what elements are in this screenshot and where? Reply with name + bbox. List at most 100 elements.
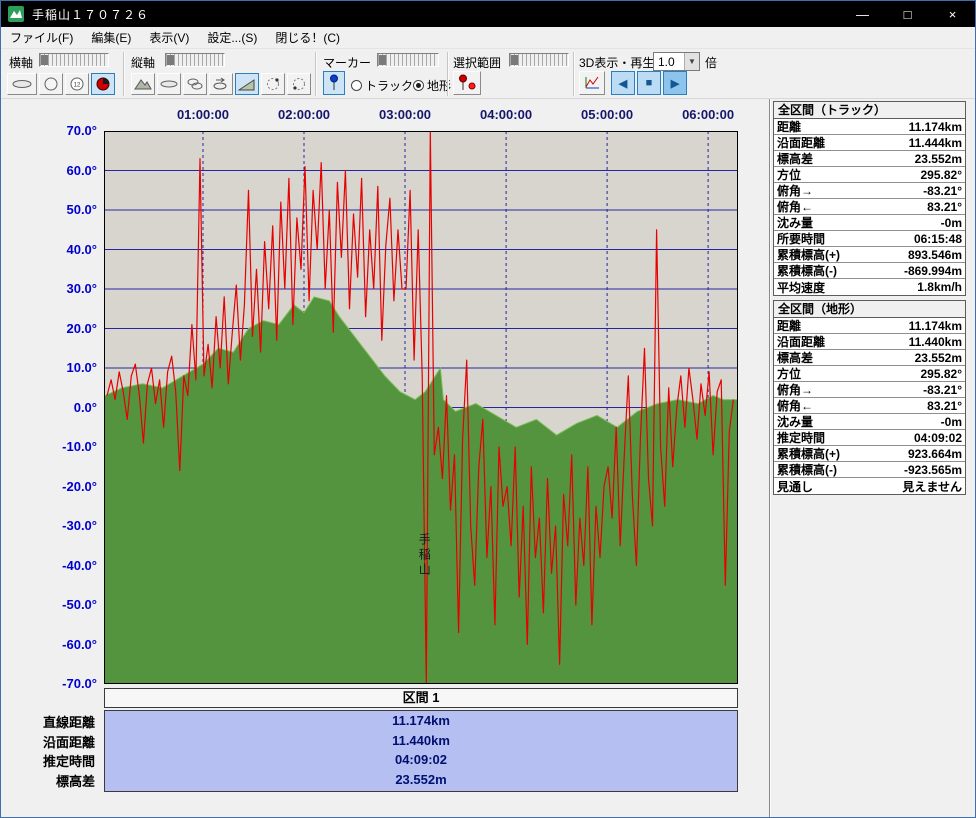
row-label: 沈み量 (777, 214, 813, 231)
section-row-value: 11.440km (105, 733, 737, 748)
summary-terrain-table: 距離11.174km沿面距離11.440km標高差23.552m方位295.82… (773, 318, 966, 495)
row-value: -0m (813, 415, 962, 429)
mountain-icon[interactable] (131, 73, 155, 95)
row-value: 295.82° (801, 168, 962, 182)
x-axis-label: 02:00:00 (259, 107, 349, 122)
radio-track-label: トラック (365, 77, 413, 94)
toolbar-separator (123, 52, 125, 96)
play-back-icon[interactable]: ◀ (611, 71, 635, 95)
maximize-button[interactable]: □ (885, 1, 930, 27)
stop-icon[interactable]: ■ (637, 71, 661, 95)
app-window: 手稲山１７０７２６ — □ × ファイル(F)編集(E)表示(V)設定...(S… (0, 0, 976, 818)
pie-axis-icon[interactable] (91, 73, 115, 95)
peak-annotation: 手稲山 (416, 533, 433, 578)
y-axis-label: -30.0° (31, 518, 97, 534)
marker-slider[interactable] (377, 53, 439, 67)
y-axis-label: 40.0° (31, 242, 97, 258)
row-value: -923.565m (837, 463, 962, 477)
selection-slider[interactable] (509, 53, 569, 67)
menu-item-4[interactable]: 設定...(S) (198, 29, 266, 46)
flat-axis-icon[interactable] (7, 73, 37, 95)
radio-track-circle[interactable] (351, 80, 362, 91)
table-row: 俯角←83.21° (774, 398, 965, 414)
table-row: 沈み量-0m (774, 414, 965, 430)
table-row: 平均速度1.8km/h (774, 279, 965, 295)
vaxis-label: 縦軸 (131, 54, 155, 71)
play-forward-icon[interactable]: ▶ (663, 71, 687, 95)
y-axis-label: 20.0° (31, 321, 97, 337)
menu-item-3[interactable]: 表示(V) (140, 29, 198, 46)
row-label: 推定時間 (777, 429, 825, 446)
menu-item-2[interactable]: 編集(E) (82, 29, 140, 46)
y-axis-label: 70.0° (31, 123, 97, 139)
summary-track-table: 距離11.174km沿面距離11.444km標高差23.552m方位295.82… (773, 119, 966, 296)
y-axis-label: 30.0° (31, 281, 97, 297)
haxis-slider[interactable] (39, 53, 109, 67)
row-value: -83.21° (813, 383, 962, 397)
slope-icon[interactable] (235, 73, 259, 95)
row-value: 923.664m (840, 447, 962, 461)
graph-3d-icon[interactable] (579, 71, 605, 95)
slope-profile-chart[interactable] (104, 131, 738, 684)
rotate-dot-icon[interactable] (261, 73, 285, 95)
table-row: 沿面距離11.440km (774, 334, 965, 350)
playback-speed-value: 1.0 (654, 55, 684, 69)
double-oval-icon[interactable] (183, 73, 207, 95)
table-row: 沈み量-0m (774, 215, 965, 231)
oval-arrow-icon[interactable] (209, 73, 233, 95)
row-value: 83.21° (813, 399, 962, 413)
radio-terrain[interactable]: 地形 (413, 77, 451, 94)
close-button[interactable]: × (930, 1, 975, 27)
menu-item-1[interactable]: ファイル(F) (1, 29, 82, 46)
x-axis-label: 05:00:00 (562, 107, 652, 122)
row-value: 11.444km (825, 136, 962, 150)
radio-terrain-circle[interactable] (413, 80, 424, 91)
row-label: 俯角← (777, 397, 813, 414)
y-axis-label: 10.0° (31, 360, 97, 376)
window-title: 手稲山１７０７２６ (32, 6, 149, 23)
section-summary-panel: 11.174km11.440km04:09:0223.552m (104, 710, 738, 792)
row-label: 方位 (777, 166, 801, 183)
selection-pin-icon[interactable] (453, 71, 481, 95)
radio-track[interactable]: トラック (351, 77, 413, 94)
haxis-label: 横軸 (9, 54, 33, 71)
y-axis-label: -60.0° (31, 637, 97, 653)
table-row: 累積標高(+)893.546m (774, 247, 965, 263)
row-value: 11.174km (801, 319, 962, 333)
table-row: 累積標高(+)923.664m (774, 446, 965, 462)
table-row: 距離11.174km (774, 318, 965, 334)
x-axis-label: 03:00:00 (360, 107, 450, 122)
row-value: 見えません (813, 478, 962, 495)
right-panel: 全区間（トラック） 距離11.174km沿面距離11.444km標高差23.55… (773, 101, 966, 495)
table-row: 累積標高(-)-869.994m (774, 263, 965, 279)
table-row: 俯角→-83.21° (774, 382, 965, 398)
menu-item-5[interactable]: 閉じる！(C) (266, 29, 349, 46)
flat-profile-icon[interactable] (157, 73, 181, 95)
circle-axis-icon[interactable] (39, 73, 63, 95)
table-row: 推定時間04:09:02 (774, 430, 965, 446)
marker-pin-icon[interactable] (323, 71, 345, 95)
y-axis-label: -50.0° (31, 597, 97, 613)
vaxis-slider[interactable] (165, 53, 225, 67)
playback-speed-select[interactable]: 1.0 ▼ (653, 52, 700, 71)
minimize-button[interactable]: — (840, 1, 885, 27)
table-row: 見通し見えません (774, 478, 965, 494)
row-label: 標高差 (777, 349, 813, 366)
chevron-down-icon[interactable]: ▼ (684, 53, 699, 70)
panel-divider (769, 99, 771, 818)
row-label: 距離 (777, 118, 801, 135)
row-label: 標高差 (777, 150, 813, 167)
table-row: 沿面距離11.444km (774, 135, 965, 151)
row-value: 893.546m (840, 248, 962, 262)
row-value: 04:09:02 (825, 431, 962, 445)
titlebar: 手稲山１７０７２６ — □ × (1, 1, 975, 27)
rotate-dot2-icon[interactable] (287, 73, 311, 95)
section-row-value: 23.552m (105, 772, 737, 787)
table-row: 距離11.174km (774, 119, 965, 135)
row-label: 累積標高(+) (777, 246, 840, 263)
section-row-label: 沿面距離 (1, 732, 95, 751)
summary-track-header: 全区間（トラック） (773, 101, 966, 119)
clock-12-icon[interactable]: 12 (65, 73, 89, 95)
row-label: 俯角← (777, 198, 813, 215)
row-value: 295.82° (801, 367, 962, 381)
